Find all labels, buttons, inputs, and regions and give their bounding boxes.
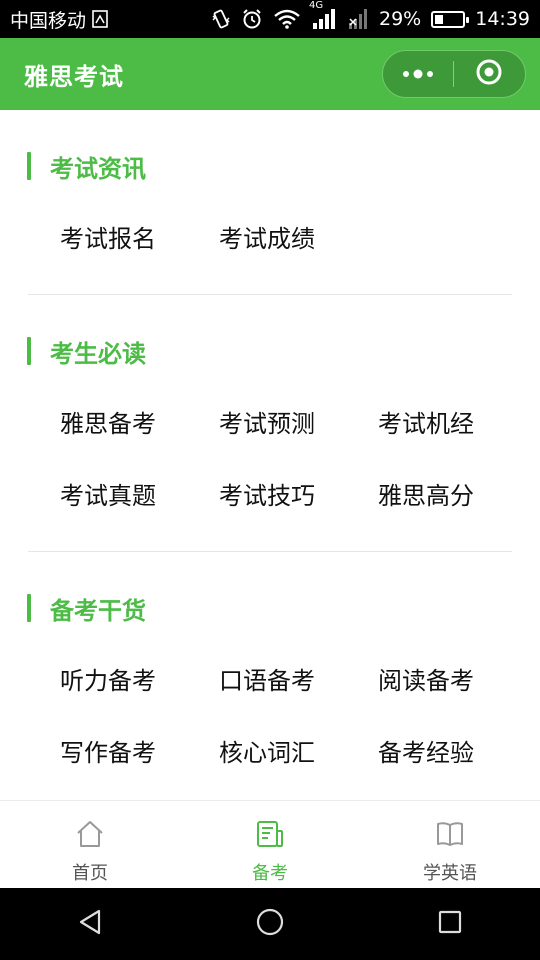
section-title: 考生必读 [50,339,146,368]
main-content: 考试资讯 考试报名 考试成绩 考生必读 雅思备考 考试预测 考试机经 考试真题 … [0,110,540,800]
menu-item[interactable]: 听力备考 [60,642,219,714]
network-type: 4G [309,0,324,11]
title-bar: 雅思考试 [0,38,540,110]
home-circle-icon [255,907,285,941]
menu-item[interactable]: 备考经验 [378,714,537,786]
carrier-name: 中国移动 [10,9,87,32]
section-title: 考试资讯 [50,154,146,183]
menu-item[interactable]: 考试机经 [378,385,537,457]
menu-item[interactable]: 考试预测 [219,385,378,457]
recents-square-icon [437,909,463,939]
section-title: 备考干货 [50,596,146,625]
target-close-icon [475,58,503,90]
book-icon [435,819,465,853]
tab-home[interactable]: 首页 [0,801,180,888]
section-header: 备考干货 [0,588,540,628]
menu-item[interactable]: 写作备考 [60,714,219,786]
section-prep-tips: 备考干货 听力备考 口语备考 阅读备考 写作备考 核心词汇 备考经验 [0,552,540,786]
section-accent-bar [27,594,31,622]
clock: 14:39 [475,8,530,30]
menu-item[interactable]: 考试真题 [60,457,219,529]
system-nav-bar [0,888,540,960]
sim-card-icon [92,10,108,28]
close-button[interactable] [454,51,524,97]
status-right: 4G 29% 14:39 [211,0,530,30]
home-icon [75,819,105,853]
back-triangle-icon [77,908,103,940]
section-grid: 听力备考 口语备考 阅读备考 写作备考 核心词汇 备考经验 [0,642,540,786]
tab-bar: 首页 备考 学英语 [0,800,540,888]
menu-item[interactable]: 雅思备考 [60,385,219,457]
signal-icon: 4G [309,0,337,30]
battery-icon [431,10,470,28]
more-dots-icon [401,65,435,84]
status-bar: 中国移动 4G 29% 14:39 [0,0,540,38]
alarm-icon [241,8,263,30]
section-must-read: 考生必读 雅思备考 考试预测 考试机经 考试真题 考试技巧 雅思高分 [0,295,540,529]
tab-label: 学英语 [423,863,477,884]
tab-label: 备考 [252,863,288,884]
wifi-icon [273,9,301,29]
vibrate-icon [211,8,231,30]
home-button[interactable] [240,894,300,954]
section-header: 考生必读 [0,331,540,371]
menu-item[interactable]: 考试成绩 [219,200,378,272]
tab-learn-english[interactable]: 学英语 [360,801,540,888]
mini-program-capsule [382,50,526,98]
menu-item[interactable]: 核心词汇 [219,714,378,786]
no-signal-icon [347,8,369,30]
menu-item[interactable]: 阅读备考 [378,642,537,714]
section-grid: 雅思备考 考试预测 考试机经 考试真题 考试技巧 雅思高分 [0,385,540,529]
menu-item[interactable]: 考试技巧 [219,457,378,529]
section-header: 考试资讯 [0,146,540,186]
menu-item[interactable]: 考试报名 [60,200,219,272]
recents-button[interactable] [420,894,480,954]
notes-icon [255,819,285,853]
more-button[interactable] [383,51,453,97]
status-left: 中国移动 [10,6,108,33]
section-accent-bar [27,337,31,365]
page-title: 雅思考试 [24,62,124,91]
menu-item[interactable]: 雅思高分 [378,457,537,529]
tab-prep[interactable]: 备考 [180,801,360,888]
tab-label: 首页 [72,863,108,884]
battery-percent: 29% [379,8,422,30]
section-accent-bar [27,152,31,180]
menu-item[interactable]: 口语备考 [219,642,378,714]
back-button[interactable] [60,894,120,954]
section-grid: 考试报名 考试成绩 [0,200,540,272]
section-exam-info: 考试资讯 考试报名 考试成绩 [0,110,540,272]
battery-fill [435,14,443,24]
